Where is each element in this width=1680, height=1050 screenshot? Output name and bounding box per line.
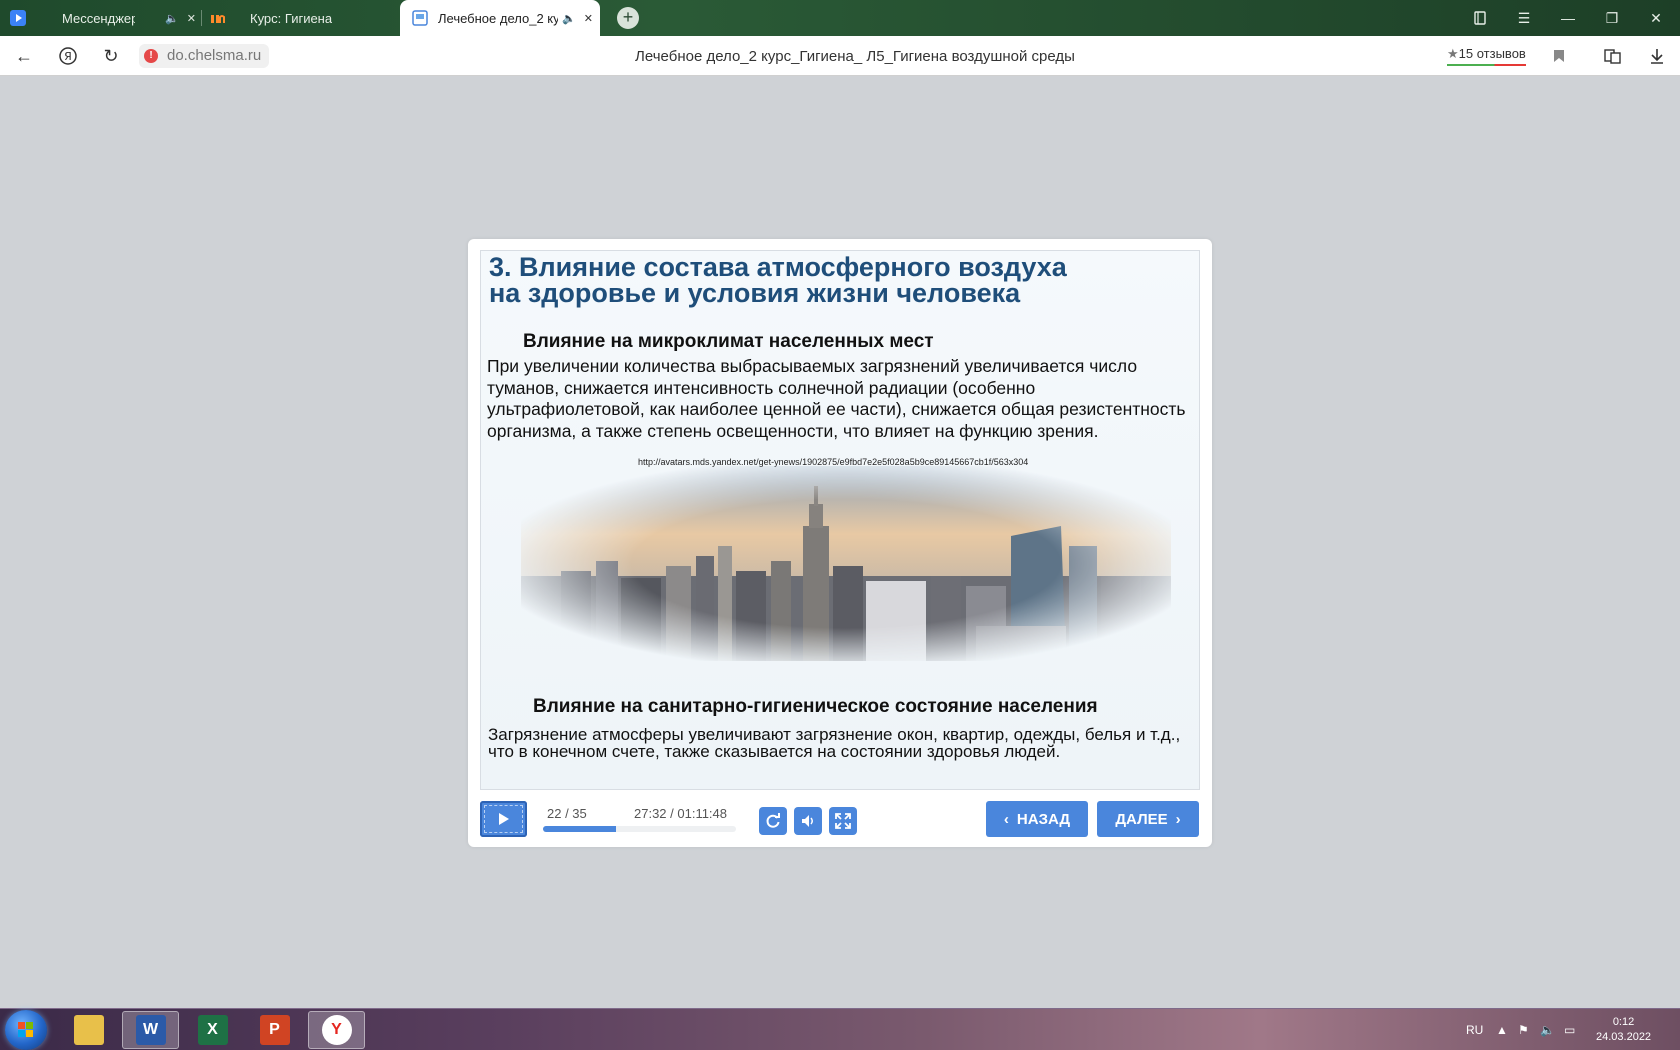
- reviews-label: 15 отзывов: [1458, 46, 1526, 61]
- section2-text: Загрязнение атмосферы увеличивают загряз…: [488, 725, 1181, 761]
- course-icon: [210, 10, 226, 26]
- action-center-flag-icon[interactable]: ⚑: [1518, 1009, 1529, 1050]
- windows-taskbar: W X P Y RU ▲ ⚑ 🔈 ▭ 0:12 24.03.2022: [0, 1008, 1680, 1050]
- menu-icon[interactable]: ☰: [1502, 0, 1546, 36]
- tab-course[interactable]: Курс: Гигиена: [210, 0, 390, 36]
- folder-icon: [73, 1015, 104, 1045]
- taskbar-excel[interactable]: X: [184, 1011, 241, 1049]
- minimize-icon[interactable]: —: [1546, 0, 1590, 36]
- close-icon[interactable]: ✕: [187, 12, 196, 25]
- close-icon[interactable]: ✕: [584, 12, 593, 25]
- volume-icon: [802, 815, 813, 827]
- slide-title-line1: 3. Влияние состава атмосферного воздуха: [489, 252, 1067, 282]
- replay-button[interactable]: [759, 807, 787, 835]
- tab-lecture[interactable]: Лечебное дело_2 ку 🔈 ✕: [400, 0, 600, 36]
- yandex-browser-icon: Y: [321, 1015, 352, 1045]
- windows-logo-icon: [18, 1022, 33, 1037]
- next-button-label: ДАЛЕЕ: [1115, 810, 1168, 828]
- network-icon[interactable]: ▭: [1564, 1009, 1575, 1050]
- slide-title: 3. Влияние состава атмосферного воздуха …: [489, 252, 1189, 308]
- clock-time: 0:12: [1612, 1016, 1635, 1028]
- excel-icon: X: [197, 1015, 228, 1045]
- speaker-icon[interactable]: 🔈: [562, 12, 576, 25]
- taskbar-yandex-browser[interactable]: Y: [308, 1011, 365, 1049]
- replay-icon: [766, 813, 780, 828]
- fullscreen-icon: [835, 813, 851, 829]
- tab-label: Лечебное дело_2 ку: [438, 10, 558, 26]
- star-icon: ★: [1447, 46, 1459, 61]
- back-button-label: НАЗАД: [1016, 810, 1071, 828]
- word-icon: W: [135, 1015, 166, 1045]
- chevron-right-icon: ›: [1175, 810, 1181, 828]
- powerpoint-icon: P: [259, 1015, 290, 1045]
- chevron-left-icon: ‹: [1003, 810, 1009, 828]
- section1-heading: Влияние на микроклимат населенных мест: [523, 331, 934, 352]
- tab-label: Мессенджер: [62, 10, 136, 26]
- bookmark-icon[interactable]: [1547, 44, 1571, 68]
- fullscreen-button[interactable]: [829, 807, 857, 835]
- speaker-icon[interactable]: 🔈: [165, 12, 179, 25]
- playback-time: 27:32 / 01:11:48: [634, 806, 728, 821]
- progress-fill: [543, 826, 617, 832]
- downloads-icon[interactable]: [1645, 44, 1669, 68]
- play-button[interactable]: [480, 801, 527, 837]
- tab-label: Курс: Гигиена: [250, 10, 333, 26]
- play-icon: [498, 813, 509, 825]
- browser-tab-bar: Мессенджер 🔈 ✕ Курс: Гигиена Лечебное де…: [0, 0, 1680, 36]
- tab-messenger[interactable]: Мессенджер 🔈 ✕: [6, 0, 196, 36]
- start-button[interactable]: [5, 1010, 47, 1050]
- window-close-icon[interactable]: ✕: [1634, 0, 1678, 36]
- address-bar: ← Я ↻ do.chelsma.ru ! Лечебное дело_2 ку…: [0, 36, 1680, 76]
- restore-icon[interactable]: ❐: [1590, 0, 1634, 36]
- tab-divider: [201, 10, 202, 26]
- volume-button[interactable]: [794, 807, 822, 835]
- translate-icon[interactable]: [1601, 44, 1625, 68]
- next-button[interactable]: ДАЛЕЕ ›: [1097, 801, 1199, 837]
- city-skyline-image: [521, 466, 1171, 661]
- section1-text: При увеличении количества выбрасываемых …: [487, 356, 1186, 441]
- tray-expand-icon[interactable]: ▲: [1496, 1009, 1508, 1050]
- back-button[interactable]: ‹ НАЗАД: [986, 801, 1088, 837]
- slide-counter: 22 / 35: [547, 806, 587, 821]
- messenger-icon: [10, 10, 26, 26]
- presentation-player: 3. Влияние состава атмосферного воздуха …: [468, 239, 1212, 847]
- language-indicator[interactable]: RU: [1466, 1009, 1483, 1050]
- page-title: Лечебное дело_2 курс_Гигиена_ Л5_Гигиена…: [635, 48, 1075, 65]
- slide-icon: [412, 10, 428, 26]
- section2-heading: Влияние на санитарно-гигиеническое состо…: [533, 696, 1098, 717]
- volume-tray-icon[interactable]: 🔈: [1540, 1009, 1555, 1050]
- reviews-link[interactable]: ★15 отзывов: [1447, 46, 1526, 66]
- slide: 3. Влияние состава атмосферного воздуха …: [480, 250, 1200, 790]
- taskbar-explorer[interactable]: [60, 1011, 117, 1049]
- taskbar-powerpoint[interactable]: P: [246, 1011, 303, 1049]
- slide-title-line2: на здоровье и условия жизни человека: [489, 278, 1021, 308]
- taskbar-word[interactable]: W: [122, 1011, 179, 1049]
- clock-date: 24.03.2022: [1596, 1031, 1652, 1043]
- bookmarks-collections-icon[interactable]: [1458, 0, 1502, 36]
- clock[interactable]: 0:12 24.03.2022: [1596, 1009, 1651, 1050]
- new-tab-button[interactable]: +: [617, 7, 639, 29]
- progress-bar[interactable]: [543, 826, 736, 832]
